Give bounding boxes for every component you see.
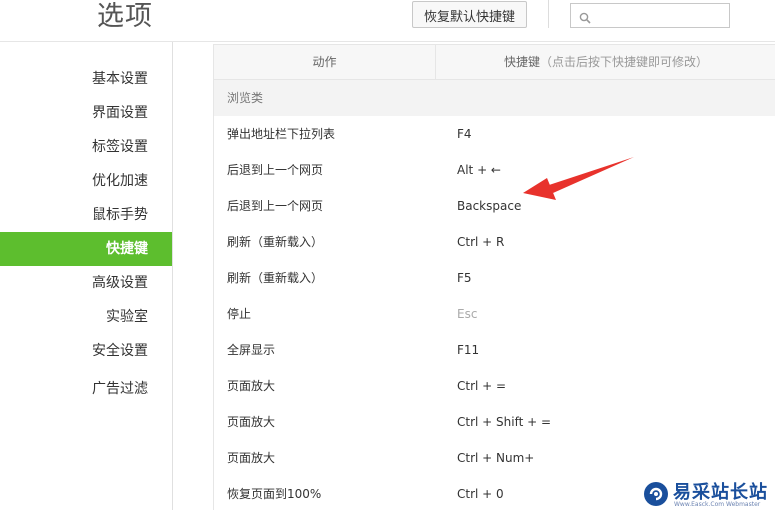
annotation-arrow-icon [523,157,634,200]
watermark: 易采站长站 Www.Easck.Com Webmaster [641,477,775,510]
watermark-subtext: Www.Easck.Com Webmaster [674,501,761,508]
watermark-logo-icon [643,481,669,511]
